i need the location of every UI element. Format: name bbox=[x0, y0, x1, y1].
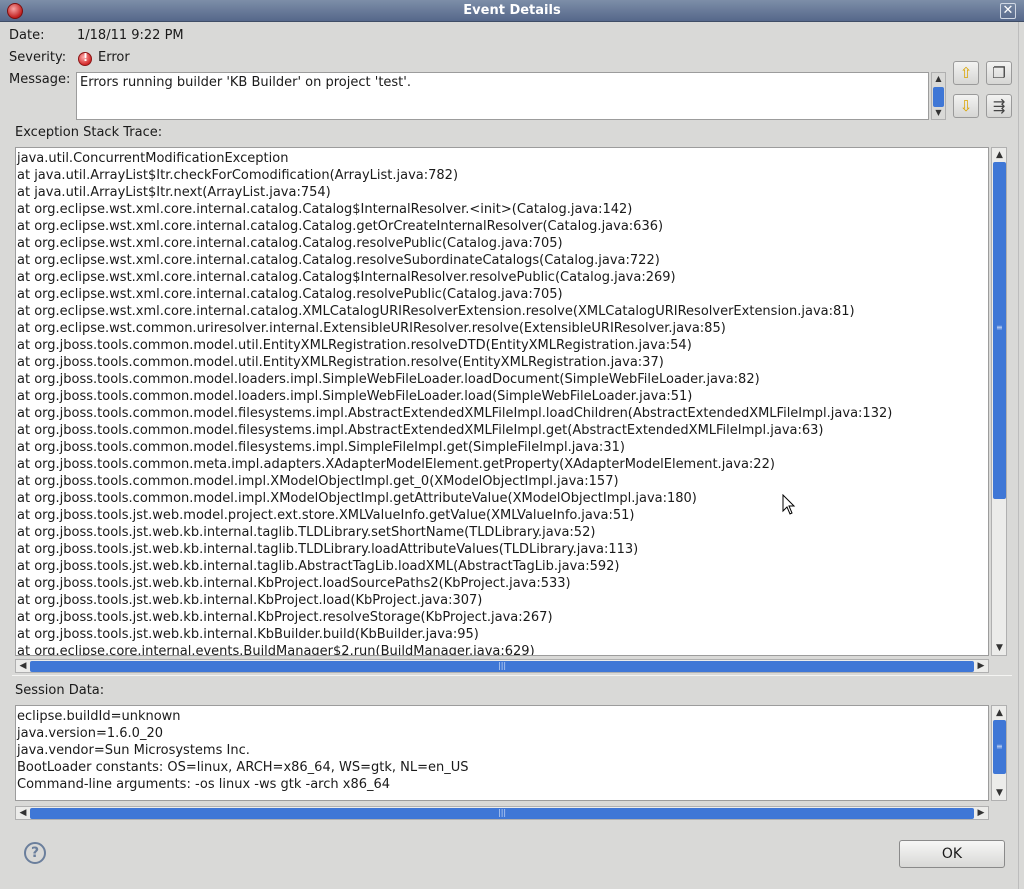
text-line: Command-line arguments: -os linux -ws gt… bbox=[17, 777, 391, 792]
stack-trace-hscroll[interactable]: ◀ ||| ▶ bbox=[15, 659, 989, 673]
text-line: at java.util.ArrayList$Itr.next(ArrayLis… bbox=[17, 185, 331, 200]
message-scroll-thumb[interactable] bbox=[933, 87, 944, 107]
stack-trace-vscroll[interactable]: ▲ ≡ ▼ bbox=[991, 147, 1007, 656]
text-line: at org.jboss.tools.common.model.impl.XMo… bbox=[17, 474, 619, 489]
window-edge bbox=[1018, 22, 1024, 889]
ok-button[interactable]: OK bbox=[899, 840, 1005, 868]
session-data-hscroll[interactable]: ◀ ||| ▶ bbox=[15, 806, 989, 820]
text-line: at org.eclipse.wst.xml.core.internal.cat… bbox=[17, 219, 664, 234]
text-line: at org.jboss.tools.common.meta.impl.adap… bbox=[17, 457, 775, 472]
text-line: at org.jboss.tools.common.model.filesyst… bbox=[17, 440, 625, 455]
severity-label: Severity: bbox=[9, 50, 67, 65]
error-icon bbox=[78, 51, 92, 66]
text-line: eclipse.buildId=unknown bbox=[17, 709, 181, 724]
session-data-vscroll[interactable]: ▲ ≡ ▼ bbox=[991, 705, 1007, 801]
text-line: at java.util.ArrayList$Itr.checkForComod… bbox=[17, 168, 459, 183]
scroll-left-arrow-icon[interactable]: ◀ bbox=[16, 807, 30, 819]
text-line: at org.jboss.tools.common.model.loaders.… bbox=[17, 389, 693, 404]
scroll-right-arrow-icon[interactable]: ▶ bbox=[974, 660, 988, 672]
text-line: java.util.ConcurrentModificationExceptio… bbox=[17, 151, 289, 166]
text-line: at org.eclipse.wst.common.uriresolver.in… bbox=[17, 321, 726, 336]
message-field[interactable]: Errors running builder 'KB Builder' on p… bbox=[76, 72, 929, 120]
scroll-down-arrow-icon[interactable]: ▼ bbox=[932, 107, 945, 119]
previous-event-button[interactable]: ⇧ bbox=[953, 61, 979, 85]
text-line: at org.eclipse.wst.xml.core.internal.cat… bbox=[17, 270, 676, 285]
text-line: at org.jboss.tools.common.model.loaders.… bbox=[17, 372, 760, 387]
text-line: java.version=1.6.0_20 bbox=[17, 726, 163, 741]
stack-trace-text[interactable]: java.util.ConcurrentModificationExceptio… bbox=[15, 147, 989, 656]
text-line: at org.eclipse.wst.xml.core.internal.cat… bbox=[17, 253, 660, 268]
separator bbox=[12, 675, 1012, 676]
text-line: at org.jboss.tools.jst.web.kb.internal.K… bbox=[17, 593, 483, 608]
date-value: 1/18/11 9:22 PM bbox=[77, 28, 184, 43]
date-label: Date: bbox=[9, 28, 45, 43]
text-line: at org.jboss.tools.common.model.impl.XMo… bbox=[17, 491, 697, 506]
text-line: at org.jboss.tools.jst.web.kb.internal.K… bbox=[17, 627, 479, 642]
text-line: at org.jboss.tools.common.model.filesyst… bbox=[17, 423, 824, 438]
severity-value: Error bbox=[98, 50, 130, 65]
close-button[interactable]: ✕ bbox=[1000, 3, 1016, 19]
scroll-left-arrow-icon[interactable]: ◀ bbox=[16, 660, 30, 672]
text-line: java.vendor=Sun Microsystems Inc. bbox=[17, 743, 250, 758]
scroll-down-arrow-icon[interactable]: ▼ bbox=[992, 641, 1007, 655]
session-data-text[interactable]: eclipse.buildId=unknown java.version=1.6.… bbox=[15, 705, 989, 801]
text-line: at org.jboss.tools.common.model.filesyst… bbox=[17, 406, 893, 421]
text-line: at org.jboss.tools.jst.web.kb.internal.t… bbox=[17, 559, 620, 574]
text-line: at org.jboss.tools.jst.web.kb.internal.K… bbox=[17, 610, 553, 625]
message-label: Message: bbox=[9, 72, 71, 87]
filter-stack-button[interactable]: ⇶ bbox=[986, 94, 1012, 118]
event-details-dialog: Date: 1/18/11 9:22 PM Severity: Error Me… bbox=[0, 22, 1024, 889]
next-event-button[interactable]: ⇩ bbox=[953, 94, 979, 118]
text-line: at org.jboss.tools.common.model.util.Ent… bbox=[17, 338, 692, 353]
text-line: at org.jboss.tools.jst.web.kb.internal.K… bbox=[17, 576, 571, 591]
text-line: at org.eclipse.wst.xml.core.internal.cat… bbox=[17, 287, 563, 302]
scroll-up-arrow-icon[interactable]: ▲ bbox=[992, 148, 1007, 162]
window-title: Event Details bbox=[463, 3, 561, 18]
scroll-up-arrow-icon[interactable]: ▲ bbox=[992, 706, 1007, 720]
text-line: at org.jboss.tools.jst.web.kb.internal.t… bbox=[17, 525, 596, 540]
session-data-lines: eclipse.buildId=unknown java.version=1.6.… bbox=[16, 706, 988, 793]
copy-button[interactable]: ❐ bbox=[986, 61, 1012, 85]
scroll-up-arrow-icon[interactable]: ▲ bbox=[932, 73, 945, 85]
scroll-right-arrow-icon[interactable]: ▶ bbox=[974, 807, 988, 819]
help-icon[interactable]: ? bbox=[24, 842, 46, 864]
stack-trace-label: Exception Stack Trace: bbox=[15, 125, 163, 140]
stack-trace-lines: java.util.ConcurrentModificationExceptio… bbox=[16, 148, 988, 656]
text-line: BootLoader constants: OS=linux, ARCH=x86… bbox=[17, 760, 469, 775]
mouse-pointer-icon bbox=[782, 494, 796, 515]
text-line: at org.jboss.tools.jst.web.model.project… bbox=[17, 508, 635, 523]
session-data-label: Session Data: bbox=[15, 683, 105, 698]
text-line: at org.eclipse.wst.xml.core.internal.cat… bbox=[17, 236, 563, 251]
text-line: at org.jboss.tools.common.model.util.Ent… bbox=[17, 355, 664, 370]
text-line: at org.eclipse.wst.xml.core.internal.cat… bbox=[17, 202, 633, 217]
text-line: at org.jboss.tools.jst.web.kb.internal.t… bbox=[17, 542, 639, 557]
title-bar: Event Details ✕ bbox=[0, 0, 1024, 22]
text-line: at org.eclipse.core.internal.events.Buil… bbox=[17, 644, 535, 656]
scroll-down-arrow-icon[interactable]: ▼ bbox=[992, 786, 1007, 800]
text-line: at org.eclipse.wst.xml.core.internal.cat… bbox=[17, 304, 855, 319]
message-scrollbar[interactable]: ▲ ▼ bbox=[931, 72, 946, 120]
